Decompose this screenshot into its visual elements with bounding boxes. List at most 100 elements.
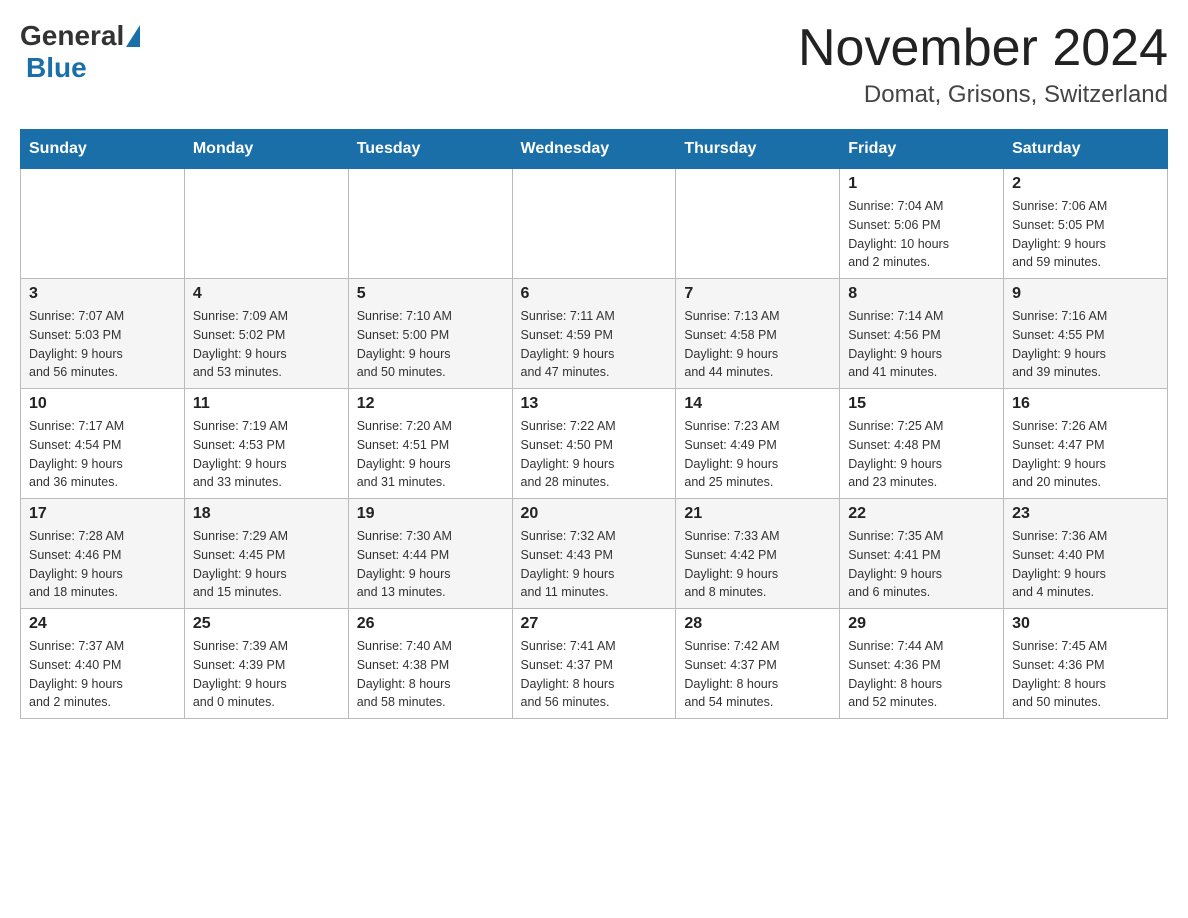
- calendar-cell: 25 Sunrise: 7:39 AM Sunset: 4:39 PM Dayli…: [184, 609, 348, 719]
- day-number: 15: [848, 395, 995, 413]
- week-row-2: 3 Sunrise: 7:07 AM Sunset: 5:03 PM Daylig…: [21, 279, 1168, 389]
- day-info: Sunrise: 7:16 AM Sunset: 4:55 PM Dayligh…: [1012, 307, 1159, 382]
- calendar-cell: 17 Sunrise: 7:28 AM Sunset: 4:46 PM Dayli…: [21, 499, 185, 609]
- header-friday: Friday: [840, 130, 1004, 169]
- day-info: Sunrise: 7:04 AM Sunset: 5:06 PM Dayligh…: [848, 197, 995, 272]
- day-number: 26: [357, 615, 504, 633]
- day-number: 29: [848, 615, 995, 633]
- calendar-cell: [184, 169, 348, 279]
- day-number: 13: [521, 395, 668, 413]
- calendar-cell: 24 Sunrise: 7:37 AM Sunset: 4:40 PM Dayli…: [21, 609, 185, 719]
- calendar-cell: 2 Sunrise: 7:06 AM Sunset: 5:05 PM Daylig…: [1004, 169, 1168, 279]
- header-monday: Monday: [184, 130, 348, 169]
- location-subtitle: Domat, Grisons, Switzerland: [798, 81, 1168, 109]
- day-info: Sunrise: 7:19 AM Sunset: 4:53 PM Dayligh…: [193, 417, 340, 492]
- header-thursday: Thursday: [676, 130, 840, 169]
- calendar-cell: 19Sunrise: 7:30 AM Sunset: 4:44 PM Dayli…: [348, 499, 512, 609]
- day-info: Sunrise: 7:22 AM Sunset: 4:50 PM Dayligh…: [521, 417, 668, 492]
- calendar-cell: 15 Sunrise: 7:25 AM Sunset: 4:48 PM Dayli…: [840, 389, 1004, 499]
- day-number: 8: [848, 285, 995, 303]
- calendar-cell: 23 Sunrise: 7:36 AM Sunset: 4:40 PM Dayli…: [1004, 499, 1168, 609]
- day-number: 24: [29, 615, 176, 633]
- logo-general-text: General: [20, 20, 124, 52]
- day-number: 3: [29, 285, 176, 303]
- header-wednesday: Wednesday: [512, 130, 676, 169]
- day-number: 17: [29, 505, 176, 523]
- calendar-cell: [676, 169, 840, 279]
- day-number: 6: [521, 285, 668, 303]
- day-info: Sunrise: 7:09 AM Sunset: 5:02 PM Dayligh…: [193, 307, 340, 382]
- calendar-cell: 29Sunrise: 7:44 AM Sunset: 4:36 PM Dayli…: [840, 609, 1004, 719]
- calendar-cell: 20 Sunrise: 7:32 AM Sunset: 4:43 PM Dayli…: [512, 499, 676, 609]
- logo-blue-text: Blue: [26, 52, 87, 83]
- day-number: 16: [1012, 395, 1159, 413]
- calendar-cell: 14Sunrise: 7:23 AM Sunset: 4:49 PM Dayli…: [676, 389, 840, 499]
- calendar-cell: 30 Sunrise: 7:45 AM Sunset: 4:36 PM Dayli…: [1004, 609, 1168, 719]
- day-info: Sunrise: 7:25 AM Sunset: 4:48 PM Dayligh…: [848, 417, 995, 492]
- day-number: 5: [357, 285, 504, 303]
- day-info: Sunrise: 7:37 AM Sunset: 4:40 PM Dayligh…: [29, 637, 176, 712]
- day-number: 20: [521, 505, 668, 523]
- calendar-cell: 3 Sunrise: 7:07 AM Sunset: 5:03 PM Daylig…: [21, 279, 185, 389]
- day-info: Sunrise: 7:36 AM Sunset: 4:40 PM Dayligh…: [1012, 527, 1159, 602]
- calendar-cell: 5 Sunrise: 7:10 AM Sunset: 5:00 PM Daylig…: [348, 279, 512, 389]
- day-number: 22: [848, 505, 995, 523]
- day-number: 9: [1012, 285, 1159, 303]
- calendar-cell: 7Sunrise: 7:13 AM Sunset: 4:58 PM Daylig…: [676, 279, 840, 389]
- day-number: 2: [1012, 175, 1159, 193]
- day-info: Sunrise: 7:11 AM Sunset: 4:59 PM Dayligh…: [521, 307, 668, 382]
- calendar-cell: 26 Sunrise: 7:40 AM Sunset: 4:38 PM Dayli…: [348, 609, 512, 719]
- day-info: Sunrise: 7:28 AM Sunset: 4:46 PM Dayligh…: [29, 527, 176, 602]
- calendar-cell: 4 Sunrise: 7:09 AM Sunset: 5:02 PM Daylig…: [184, 279, 348, 389]
- day-info: Sunrise: 7:26 AM Sunset: 4:47 PM Dayligh…: [1012, 417, 1159, 492]
- week-row-3: 10Sunrise: 7:17 AM Sunset: 4:54 PM Dayli…: [21, 389, 1168, 499]
- day-info: Sunrise: 7:32 AM Sunset: 4:43 PM Dayligh…: [521, 527, 668, 602]
- header-saturday: Saturday: [1004, 130, 1168, 169]
- day-info: Sunrise: 7:07 AM Sunset: 5:03 PM Dayligh…: [29, 307, 176, 382]
- day-info: Sunrise: 7:06 AM Sunset: 5:05 PM Dayligh…: [1012, 197, 1159, 272]
- day-info: Sunrise: 7:10 AM Sunset: 5:00 PM Dayligh…: [357, 307, 504, 382]
- calendar-cell: 27 Sunrise: 7:41 AM Sunset: 4:37 PM Dayli…: [512, 609, 676, 719]
- calendar-cell: 28 Sunrise: 7:42 AM Sunset: 4:37 PM Dayli…: [676, 609, 840, 719]
- day-info: Sunrise: 7:35 AM Sunset: 4:41 PM Dayligh…: [848, 527, 995, 602]
- day-number: 21: [684, 505, 831, 523]
- day-info: Sunrise: 7:17 AM Sunset: 4:54 PM Dayligh…: [29, 417, 176, 492]
- logo-triangle-icon: [126, 25, 140, 47]
- calendar-cell: [512, 169, 676, 279]
- day-info: Sunrise: 7:40 AM Sunset: 4:38 PM Dayligh…: [357, 637, 504, 712]
- day-number: 11: [193, 395, 340, 413]
- day-info: Sunrise: 7:33 AM Sunset: 4:42 PM Dayligh…: [684, 527, 831, 602]
- header-tuesday: Tuesday: [348, 130, 512, 169]
- day-number: 25: [193, 615, 340, 633]
- day-number: 27: [521, 615, 668, 633]
- calendar-cell: 18 Sunrise: 7:29 AM Sunset: 4:45 PM Dayli…: [184, 499, 348, 609]
- calendar-cell: [21, 169, 185, 279]
- month-year-title: November 2024: [798, 20, 1168, 77]
- day-number: 30: [1012, 615, 1159, 633]
- day-number: 1: [848, 175, 995, 193]
- week-row-4: 17 Sunrise: 7:28 AM Sunset: 4:46 PM Dayli…: [21, 499, 1168, 609]
- day-number: 18: [193, 505, 340, 523]
- day-info: Sunrise: 7:45 AM Sunset: 4:36 PM Dayligh…: [1012, 637, 1159, 712]
- calendar-cell: 11 Sunrise: 7:19 AM Sunset: 4:53 PM Dayli…: [184, 389, 348, 499]
- day-info: Sunrise: 7:29 AM Sunset: 4:45 PM Dayligh…: [193, 527, 340, 602]
- calendar-cell: 13 Sunrise: 7:22 AM Sunset: 4:50 PM Dayli…: [512, 389, 676, 499]
- header-sunday: Sunday: [21, 130, 185, 169]
- day-info: Sunrise: 7:30 AM Sunset: 4:44 PM Dayligh…: [357, 527, 504, 602]
- day-number: 28: [684, 615, 831, 633]
- calendar-cell: 21 Sunrise: 7:33 AM Sunset: 4:42 PM Dayli…: [676, 499, 840, 609]
- day-info: Sunrise: 7:41 AM Sunset: 4:37 PM Dayligh…: [521, 637, 668, 712]
- logo: General Blue: [20, 20, 142, 84]
- week-row-1: 1 Sunrise: 7:04 AM Sunset: 5:06 PM Daylig…: [21, 169, 1168, 279]
- day-number: 23: [1012, 505, 1159, 523]
- day-number: 4: [193, 285, 340, 303]
- calendar-cell: 6 Sunrise: 7:11 AM Sunset: 4:59 PM Daylig…: [512, 279, 676, 389]
- calendar-cell: 9 Sunrise: 7:16 AM Sunset: 4:55 PM Daylig…: [1004, 279, 1168, 389]
- page-header: General Blue November 2024 Domat, Grison…: [20, 20, 1168, 109]
- day-info: Sunrise: 7:42 AM Sunset: 4:37 PM Dayligh…: [684, 637, 831, 712]
- day-info: Sunrise: 7:39 AM Sunset: 4:39 PM Dayligh…: [193, 637, 340, 712]
- calendar-cell: 12Sunrise: 7:20 AM Sunset: 4:51 PM Dayli…: [348, 389, 512, 499]
- calendar-header-row: Sunday Monday Tuesday Wednesday Thursday…: [21, 130, 1168, 169]
- calendar-cell: 1 Sunrise: 7:04 AM Sunset: 5:06 PM Daylig…: [840, 169, 1004, 279]
- day-info: Sunrise: 7:13 AM Sunset: 4:58 PM Dayligh…: [684, 307, 831, 382]
